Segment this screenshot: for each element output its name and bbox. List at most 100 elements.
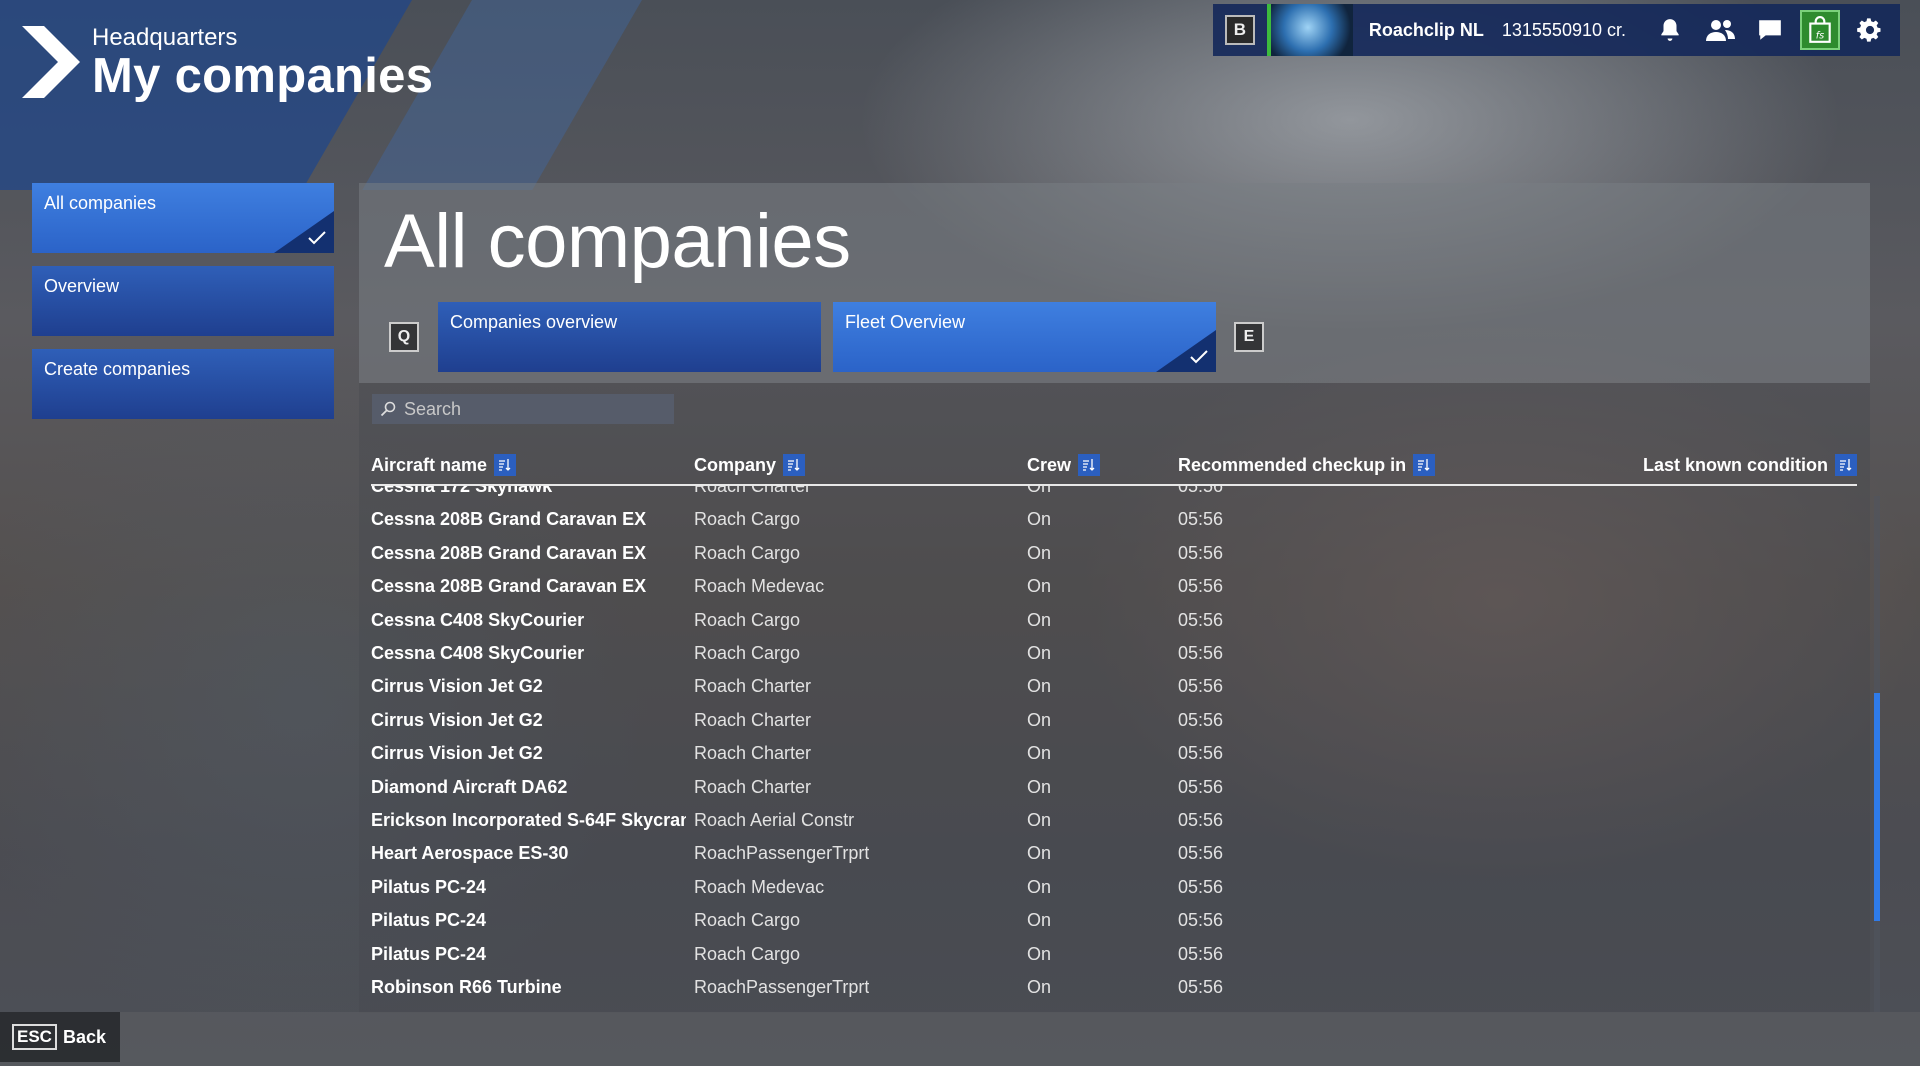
cell-company: Roach Cargo — [694, 643, 801, 663]
table-row[interactable]: Robinson R66 Turbine RoachPassengerTrprt O… — [371, 977, 1851, 1010]
cell-crew: On — [1027, 609, 1052, 630]
table-row[interactable]: Pilatus PC-24 Roach Medevac On 05:56 — [371, 877, 1851, 910]
chat-icon[interactable] — [1750, 10, 1790, 50]
cell-company: Roach Medevac — [694, 576, 825, 597]
chevron-right-icon — [22, 26, 80, 98]
bottom-bar — [0, 1012, 1920, 1066]
cell-aircraft-name: Heart Aerospace ES-30 — [371, 843, 569, 864]
scrollbar-thumb[interactable] — [1874, 693, 1880, 921]
checkmark-icon — [1190, 350, 1208, 364]
cell-crew: On — [1027, 743, 1052, 764]
cell-company: Roach Charter — [694, 743, 812, 764]
friends-icon[interactable] — [1700, 10, 1740, 50]
sidebar-item-overview[interactable]: Overview — [32, 266, 334, 336]
cell-crew: On — [1027, 910, 1052, 931]
cell-aircraft-name: Cirrus Vision Jet G2 — [371, 709, 543, 730]
cell-recommended-checkup: 05:56 — [1178, 843, 1224, 864]
top-bar: B Roachclip NL 1315550910 cr. fs — [1212, 4, 1900, 56]
tab-fleet-overview[interactable]: Fleet Overview — [833, 302, 1216, 372]
table-row[interactable]: Pilatus PC-24 Roach Cargo On 05:56 — [371, 910, 1851, 943]
cell-company: Roach Charter — [694, 709, 812, 730]
tab-label: Fleet Overview — [845, 312, 966, 332]
cell-aircraft-name: Cessna 208B Grand Caravan EX — [371, 542, 647, 563]
cell-recommended-checkup: 05:56 — [1178, 542, 1224, 563]
key-hint-esc: ESC — [12, 1024, 57, 1050]
search-input[interactable] — [402, 397, 666, 421]
cell-aircraft-name: Erickson Incorporated S-64F Skycrane — [371, 810, 686, 830]
cell-crew: On — [1027, 977, 1052, 997]
table-header: Aircraft name Company Crew Recommended c… — [371, 448, 1857, 486]
column-header-recommended-checkup[interactable]: Recommended checkup in — [1178, 454, 1436, 476]
column-label: Aircraft name — [371, 454, 488, 475]
search-box[interactable] — [372, 394, 674, 424]
cell-company: Roach Medevac — [694, 876, 825, 897]
table-row[interactable]: Heart Aerospace ES-30 RoachPassengerTrprt… — [371, 843, 1851, 876]
sort-icon[interactable] — [1413, 454, 1436, 476]
cell-recommended-checkup: 05:56 — [1178, 486, 1224, 496]
credits: 1315550910 cr. — [1501, 19, 1626, 40]
search-icon — [380, 401, 396, 417]
table-row[interactable]: Cessna C408 SkyCourier Roach Cargo On 05:56 — [371, 643, 1851, 676]
column-label: Crew — [1027, 454, 1072, 475]
sort-icon[interactable] — [783, 454, 806, 476]
key-hint-b[interactable]: B — [1224, 15, 1255, 45]
bell-icon[interactable] — [1650, 10, 1690, 50]
cell-crew: On — [1027, 709, 1052, 730]
column-header-aircraft-name[interactable]: Aircraft name — [371, 454, 517, 476]
table-row[interactable]: Cessna 208B Grand Caravan EX Roach Cargo O… — [371, 509, 1851, 542]
cell-recommended-checkup: 05:56 — [1178, 977, 1224, 997]
cell-aircraft-name: Cessna C408 SkyCourier — [371, 609, 585, 630]
cell-recommended-checkup: 05:56 — [1178, 876, 1224, 897]
store-icon[interactable]: fs — [1800, 10, 1840, 50]
checkmark-icon — [308, 231, 326, 245]
sort-icon[interactable] — [1078, 454, 1101, 476]
cell-aircraft-name: Pilatus PC-24 — [371, 943, 487, 964]
table-row[interactable]: Diamond Aircraft DA62 Roach Charter On 05:5… — [371, 777, 1851, 810]
table-row[interactable]: Cirrus Vision Jet G2 Roach Charter On 05:56 — [371, 743, 1851, 776]
cell-aircraft-name: Cirrus Vision Jet G2 — [371, 676, 543, 697]
avatar[interactable] — [1266, 4, 1353, 56]
cell-recommended-checkup: 05:56 — [1178, 509, 1224, 530]
sidebar-item-create-companies[interactable]: Create companies — [32, 349, 334, 419]
table-row[interactable]: Cessna 172 Skyhawk Roach Charter On 05:56 — [371, 486, 1851, 509]
cell-company: Roach Cargo — [694, 609, 801, 630]
column-header-company[interactable]: Company — [694, 454, 806, 476]
cell-recommended-checkup: 05:56 — [1178, 709, 1224, 730]
column-header-last-known-condition[interactable]: Last known condition — [1643, 454, 1857, 476]
cell-company: Roach Cargo — [694, 943, 801, 964]
key-hint-e[interactable]: E — [1234, 322, 1264, 352]
cell-crew: On — [1027, 509, 1052, 530]
table-row[interactable]: Cessna C408 SkyCourier Roach Cargo On 05:56 — [371, 610, 1851, 643]
column-label: Recommended checkup in — [1178, 454, 1407, 475]
table-row[interactable]: Pilatus PC-24 Roach Cargo On 05:56 — [371, 944, 1851, 977]
cell-crew: On — [1027, 486, 1052, 496]
cell-crew: On — [1027, 876, 1052, 897]
table-row[interactable]: Cessna 208B Grand Caravan EX Roach Medeva… — [371, 576, 1851, 609]
table-row[interactable]: Cessna 208B Grand Caravan EX Roach Cargo O… — [371, 543, 1851, 576]
table-row[interactable]: Erickson Incorporated S-64F Skycrane Roac… — [371, 810, 1851, 843]
cell-aircraft-name: Pilatus PC-24 — [371, 910, 487, 931]
cell-recommended-checkup: 05:56 — [1178, 609, 1224, 630]
column-header-crew[interactable]: Crew — [1027, 454, 1101, 476]
section-title: All companies — [384, 199, 851, 284]
gear-icon[interactable] — [1850, 10, 1890, 50]
cell-company: Roach Aerial Constr — [694, 810, 855, 830]
sidebar-item-all-companies[interactable]: All companies — [32, 183, 334, 253]
sort-icon[interactable] — [494, 454, 517, 476]
column-label: Last known condition — [1643, 454, 1828, 475]
cell-crew: On — [1027, 776, 1052, 797]
back-label: Back — [62, 1026, 106, 1047]
key-hint-q[interactable]: Q — [389, 322, 419, 352]
cell-aircraft-name: Cessna 172 Skyhawk — [371, 486, 553, 496]
table-row[interactable]: Cirrus Vision Jet G2 Roach Charter On 05:56 — [371, 676, 1851, 709]
cell-aircraft-name: Cessna 208B Grand Caravan EX — [371, 509, 647, 530]
table-row[interactable]: Cirrus Vision Jet G2 Roach Charter On 05:56 — [371, 710, 1851, 743]
column-label: Company — [694, 454, 777, 475]
cell-recommended-checkup: 05:56 — [1178, 943, 1224, 964]
cell-company: RoachPassengerTrprt — [694, 843, 870, 864]
back-button[interactable]: ESC Back — [0, 1012, 120, 1062]
tab-companies-overview[interactable]: Companies overview — [438, 302, 821, 372]
sidebar-item-label: All companies — [44, 193, 157, 213]
sidebar-item-label: Overview — [44, 276, 120, 296]
sort-icon[interactable] — [1835, 454, 1857, 476]
